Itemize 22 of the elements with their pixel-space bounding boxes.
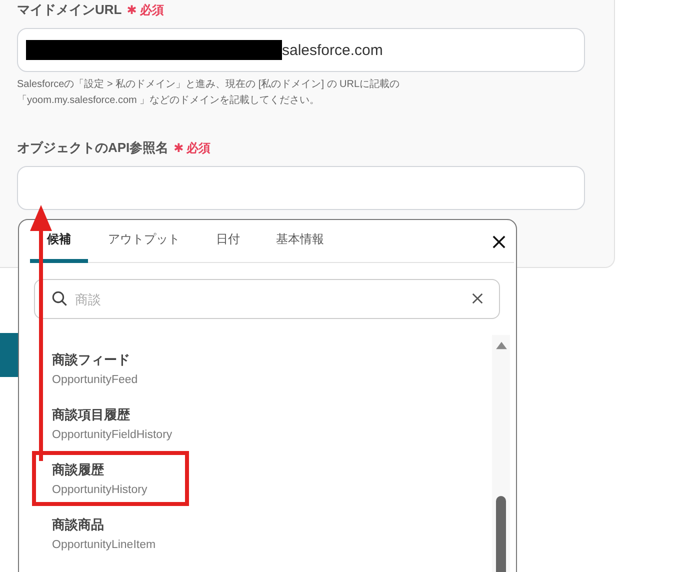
list-item[interactable]: 商談フィード OpportunityFeed (32, 341, 180, 396)
required-label: 必須 (186, 140, 211, 157)
close-icon[interactable] (491, 234, 507, 250)
clear-icon[interactable] (471, 292, 484, 305)
help-text: Salesforceの「設定 > 私のドメイン」と進み、現在の [私のドメイン] の URLに記載の「yoom.my.salesforce.com 」などのドメインを記載してください。 (17, 78, 401, 108)
list-item[interactable]: 商談履歴 OpportunityHistory (32, 451, 190, 506)
search-icon (51, 290, 68, 307)
tab[interactable]: アウトプット (92, 220, 196, 262)
field-label: オブジェクトのAPI参照名 (17, 139, 169, 157)
tab[interactable]: 日付 (200, 220, 256, 262)
list-item[interactable]: 商談商品 OpportunityLineItem (32, 506, 198, 561)
text-field[interactable]: salesforce.com (17, 28, 585, 72)
required-label: 必須 (140, 2, 164, 19)
tab[interactable]: 基本情報 (260, 220, 340, 262)
text-field[interactable] (17, 166, 585, 210)
field-value: salesforce.com (282, 42, 383, 58)
required-mark: ✱ (126, 3, 137, 17)
list-item[interactable]: 商談項目履歴 OpportunityFieldHistory (32, 396, 214, 451)
search-field[interactable]: 商談 (34, 279, 500, 319)
scroll-up-icon[interactable] (494, 341, 508, 350)
field-label: マイドメインURL (17, 1, 122, 19)
required-mark: ✱ (174, 141, 184, 155)
